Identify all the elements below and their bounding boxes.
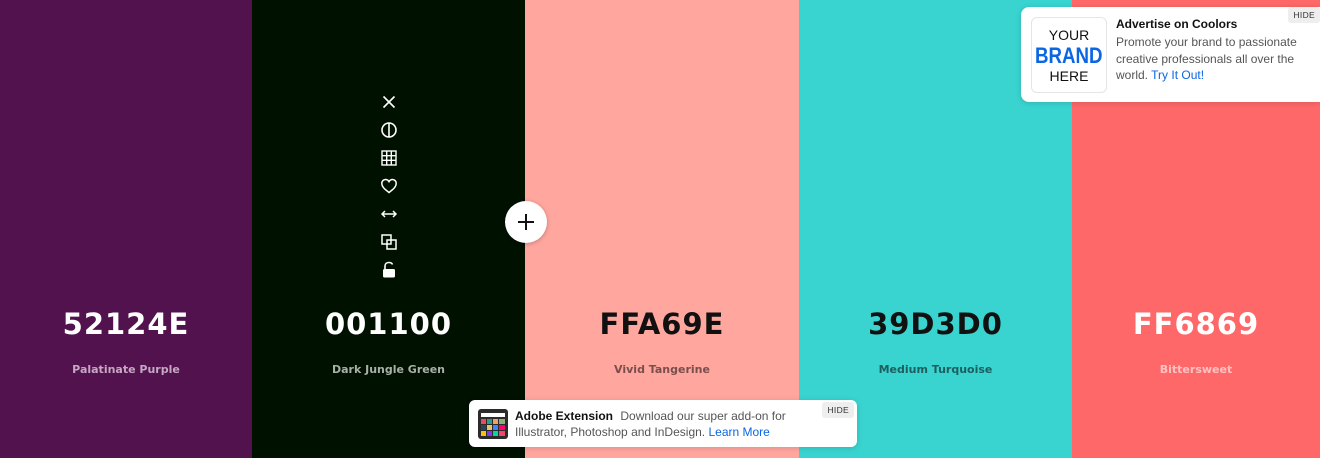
try-it-out-link[interactable]: Try It Out! — [1151, 68, 1204, 82]
color-name[interactable]: Vivid Tangerine — [525, 363, 799, 376]
color-name[interactable]: Bittersweet — [1072, 363, 1320, 376]
hex-code[interactable]: FF6869 — [1072, 306, 1320, 342]
drag-arrows-icon — [380, 210, 397, 218]
lock-color-button[interactable] — [377, 256, 401, 284]
ad-text: Promote your brand to passionate creativ… — [1116, 35, 1297, 82]
color-name[interactable]: Medium Turquoise — [799, 363, 1072, 376]
drag-button[interactable] — [377, 200, 401, 228]
remove-color-button[interactable] — [377, 88, 401, 116]
shades-button[interactable] — [377, 116, 401, 144]
hex-code[interactable]: 001100 — [252, 306, 525, 342]
hex-code[interactable]: 39D3D0 — [799, 306, 1072, 342]
ad-description: Promote your brand to passionate creativ… — [1116, 34, 1311, 84]
extension-description: Adobe Extension Download our super add-o… — [515, 408, 815, 440]
hex-code[interactable]: 52124E — [0, 306, 252, 342]
ad-title: Advertise on Coolors — [1116, 17, 1238, 31]
advertise-card: YOUR BRAND HERE Advertise on Coolors Pro… — [1021, 7, 1320, 102]
save-color-button[interactable] — [377, 172, 401, 200]
contrast-icon — [380, 122, 397, 138]
heart-icon — [380, 178, 397, 194]
copy-icon — [380, 234, 397, 250]
hide-ad-button[interactable]: HIDE — [1288, 7, 1320, 23]
learn-more-link[interactable]: Learn More — [708, 425, 769, 439]
add-color-button[interactable] — [505, 201, 547, 243]
adobe-extension-thumbnail — [478, 409, 508, 439]
swatch-2[interactable]: 001100 Dark Jungle Green — [252, 0, 525, 458]
shades-grid-icon — [380, 150, 397, 166]
swatch-1[interactable]: 52124E Palatinate Purple — [0, 0, 252, 458]
hex-code[interactable]: FFA69E — [525, 306, 799, 342]
adobe-extension-card: Adobe Extension Download our super add-o… — [469, 400, 857, 447]
extension-title: Adobe Extension — [515, 409, 614, 423]
copy-hex-button[interactable] — [377, 228, 401, 256]
swatch-toolbar — [252, 88, 525, 284]
view-shades-button[interactable] — [377, 144, 401, 172]
brand-placeholder-logo[interactable]: YOUR BRAND HERE — [1031, 17, 1107, 93]
color-name[interactable]: Dark Jungle Green — [252, 363, 525, 376]
plus-icon — [518, 214, 534, 230]
color-name[interactable]: Palatinate Purple — [0, 363, 252, 376]
unlock-icon — [382, 261, 395, 278]
hide-extension-button[interactable]: HIDE — [822, 402, 854, 418]
swatch-3[interactable]: FFA69E Vivid Tangerine — [525, 0, 799, 458]
close-icon — [382, 95, 395, 109]
